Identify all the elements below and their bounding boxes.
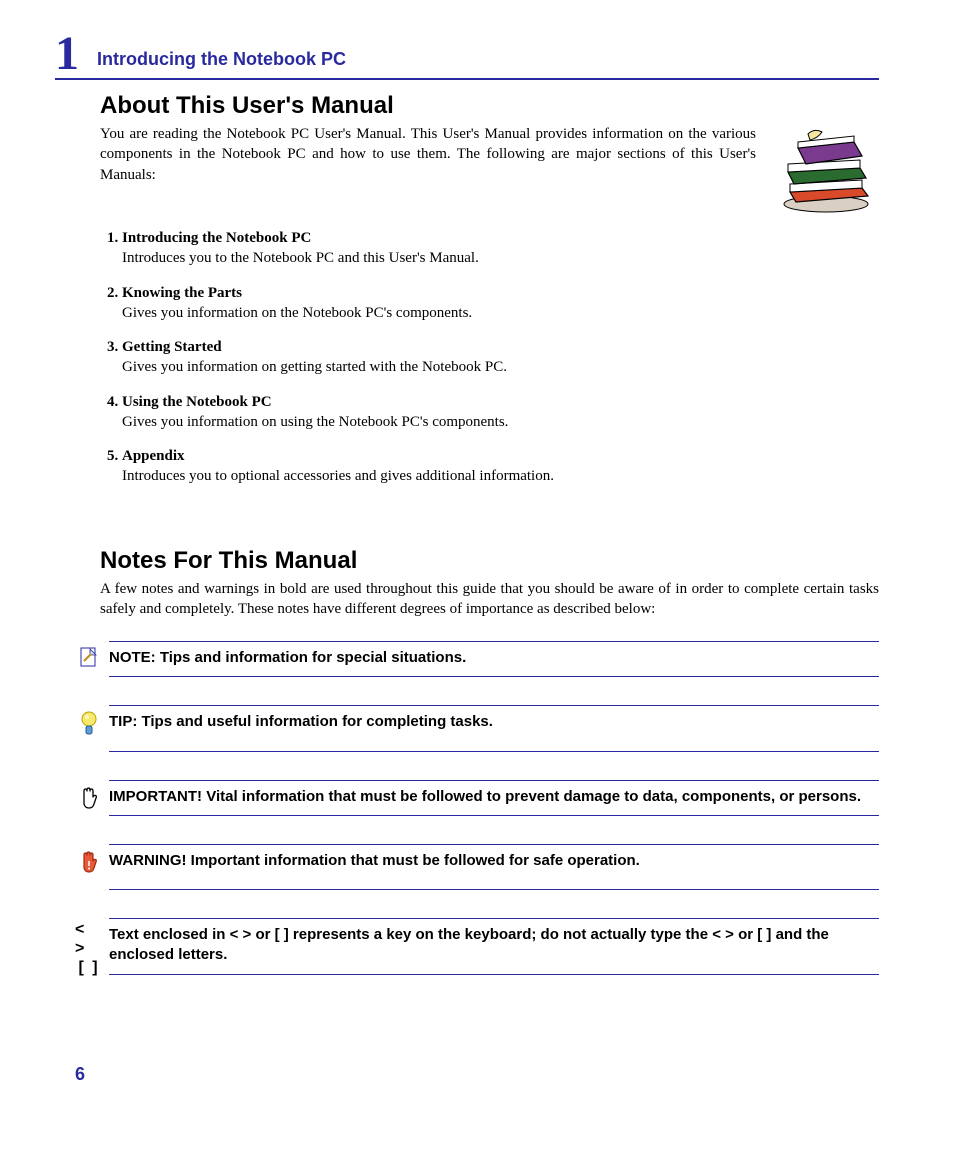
note-icon <box>75 641 103 667</box>
page-number: 6 <box>75 1064 85 1085</box>
list-item-desc: Gives you information on the Notebook PC… <box>122 303 879 323</box>
list-item: Appendix Introduces you to optional acce… <box>122 446 879 487</box>
books-icon <box>774 124 879 214</box>
square-brackets: [ ] <box>78 958 99 977</box>
intro-block: You are reading the Notebook PC User's M… <box>100 124 879 214</box>
list-item-desc: Gives you information on getting started… <box>122 357 879 377</box>
callouts: NOTE: Tips and information for special s… <box>75 641 879 978</box>
callout-text: Text enclosed in < > or [ ] represents a… <box>109 918 879 975</box>
list-item-title: Knowing the Parts <box>122 285 242 301</box>
callout-text: NOTE: Tips and information for special s… <box>109 641 879 677</box>
notes-intro: A few notes and warnings in bold are use… <box>100 579 879 620</box>
list-item-desc: Introduces you to optional accessories a… <box>122 466 879 486</box>
callout-text: TIP: Tips and useful information for com… <box>109 705 879 751</box>
list-item-title: Appendix <box>122 448 185 464</box>
list-item-title: Introducing the Notebook PC <box>122 230 311 246</box>
list-item-title: Getting Started <box>122 339 222 355</box>
list-item: Using the Notebook PC Gives you informat… <box>122 392 879 433</box>
list-item-desc: Introduces you to the Notebook PC and th… <box>122 248 879 268</box>
chapter-title: Introducing the Notebook PC <box>97 49 346 70</box>
sections-list: Introducing the Notebook PC Introduces y… <box>100 228 879 487</box>
key-brackets-icon: < > [ ] <box>75 918 103 978</box>
lightbulb-icon <box>75 705 103 739</box>
callout-warning: WARNING! Important information that must… <box>75 844 879 890</box>
callout-text: WARNING! Important information that must… <box>109 844 879 890</box>
section-about: About This User's Manual You are reading… <box>100 92 879 487</box>
list-item: Getting Started Gives you information on… <box>122 337 879 378</box>
intro-text: You are reading the Notebook PC User's M… <box>100 124 756 185</box>
callout-note: NOTE: Tips and information for special s… <box>75 641 879 677</box>
callout-text: IMPORTANT! Vital information that must b… <box>109 780 879 816</box>
list-item: Introducing the Notebook PC Introduces y… <box>122 228 879 269</box>
chapter-header: 1 Introducing the Notebook PC <box>55 30 879 80</box>
document-page: 1 Introducing the Notebook PC About This… <box>0 0 954 1155</box>
callout-important: IMPORTANT! Vital information that must b… <box>75 780 879 816</box>
heading-notes: Notes For This Manual <box>100 547 879 575</box>
angle-brackets: < > <box>75 920 103 958</box>
list-item-desc: Gives you information on using the Noteb… <box>122 412 879 432</box>
callout-keys: < > [ ] Text enclosed in < > or [ ] repr… <box>75 918 879 978</box>
chapter-number: 1 <box>55 30 79 78</box>
hand-warning-icon <box>75 844 103 874</box>
list-item-title: Using the Notebook PC <box>122 394 272 410</box>
heading-about: About This User's Manual <box>100 92 879 120</box>
section-notes: Notes For This Manual A few notes and wa… <box>100 547 879 620</box>
list-item: Knowing the Parts Gives you information … <box>122 283 879 324</box>
callout-tip: TIP: Tips and useful information for com… <box>75 705 879 751</box>
hand-stop-icon <box>75 780 103 810</box>
